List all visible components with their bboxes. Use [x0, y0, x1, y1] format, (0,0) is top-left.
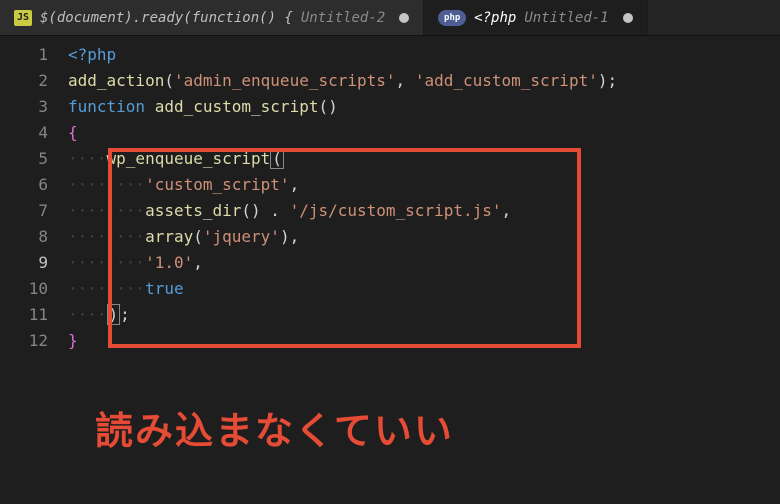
line-number-gutter: 1 2 3 4 5 6 7 8 9 10 11 12: [0, 42, 68, 354]
tab-filename: $(document).ready(function() {: [40, 10, 293, 26]
tab-untitled-2[interactable]: JS $(document).ready(function() { Untitl…: [0, 0, 424, 35]
line-number: 3: [0, 94, 48, 120]
php-icon: php: [438, 10, 466, 26]
line-number: 9: [0, 250, 48, 276]
tab-title: Untitled-2: [301, 10, 385, 26]
code-area[interactable]: <?php add_action('admin_enqueue_scripts'…: [68, 42, 780, 354]
tab-bar: JS $(document).ready(function() { Untitl…: [0, 0, 780, 36]
code-line[interactable]: function add_custom_script(): [68, 94, 780, 120]
js-icon: JS: [14, 10, 32, 26]
code-line[interactable]: ····wp_enqueue_script(: [68, 146, 780, 172]
line-number: 4: [0, 120, 48, 146]
code-line[interactable]: ········array('jquery'),: [68, 224, 780, 250]
code-line[interactable]: ········assets_dir() . '/js/custom_scrip…: [68, 198, 780, 224]
tab-untitled-1[interactable]: php <?php Untitled-1: [424, 0, 647, 35]
code-editor[interactable]: 1 2 3 4 5 6 7 8 9 10 11 12 <?php add_act…: [0, 36, 780, 354]
dirty-indicator-icon: [399, 13, 409, 23]
line-number: 8: [0, 224, 48, 250]
code-line[interactable]: }: [68, 328, 780, 354]
line-number: 10: [0, 276, 48, 302]
annotation-caption: 読み込まなくていい: [95, 400, 454, 455]
code-line[interactable]: <?php: [68, 42, 780, 68]
line-number: 11: [0, 302, 48, 328]
tab-filename: <?php: [474, 10, 516, 26]
code-line[interactable]: ········'1.0',: [68, 250, 780, 276]
line-number: 12: [0, 328, 48, 354]
tab-title: Untitled-1: [524, 10, 608, 26]
code-line[interactable]: {: [68, 120, 780, 146]
line-number: 5: [0, 146, 48, 172]
line-number: 7: [0, 198, 48, 224]
code-line[interactable]: ········true: [68, 276, 780, 302]
line-number: 2: [0, 68, 48, 94]
code-line[interactable]: ····);: [68, 302, 780, 328]
line-number: 1: [0, 42, 48, 68]
line-number: 6: [0, 172, 48, 198]
dirty-indicator-icon: [623, 13, 633, 23]
code-line[interactable]: ········'custom_script',: [68, 172, 780, 198]
code-line[interactable]: add_action('admin_enqueue_scripts', 'add…: [68, 68, 780, 94]
